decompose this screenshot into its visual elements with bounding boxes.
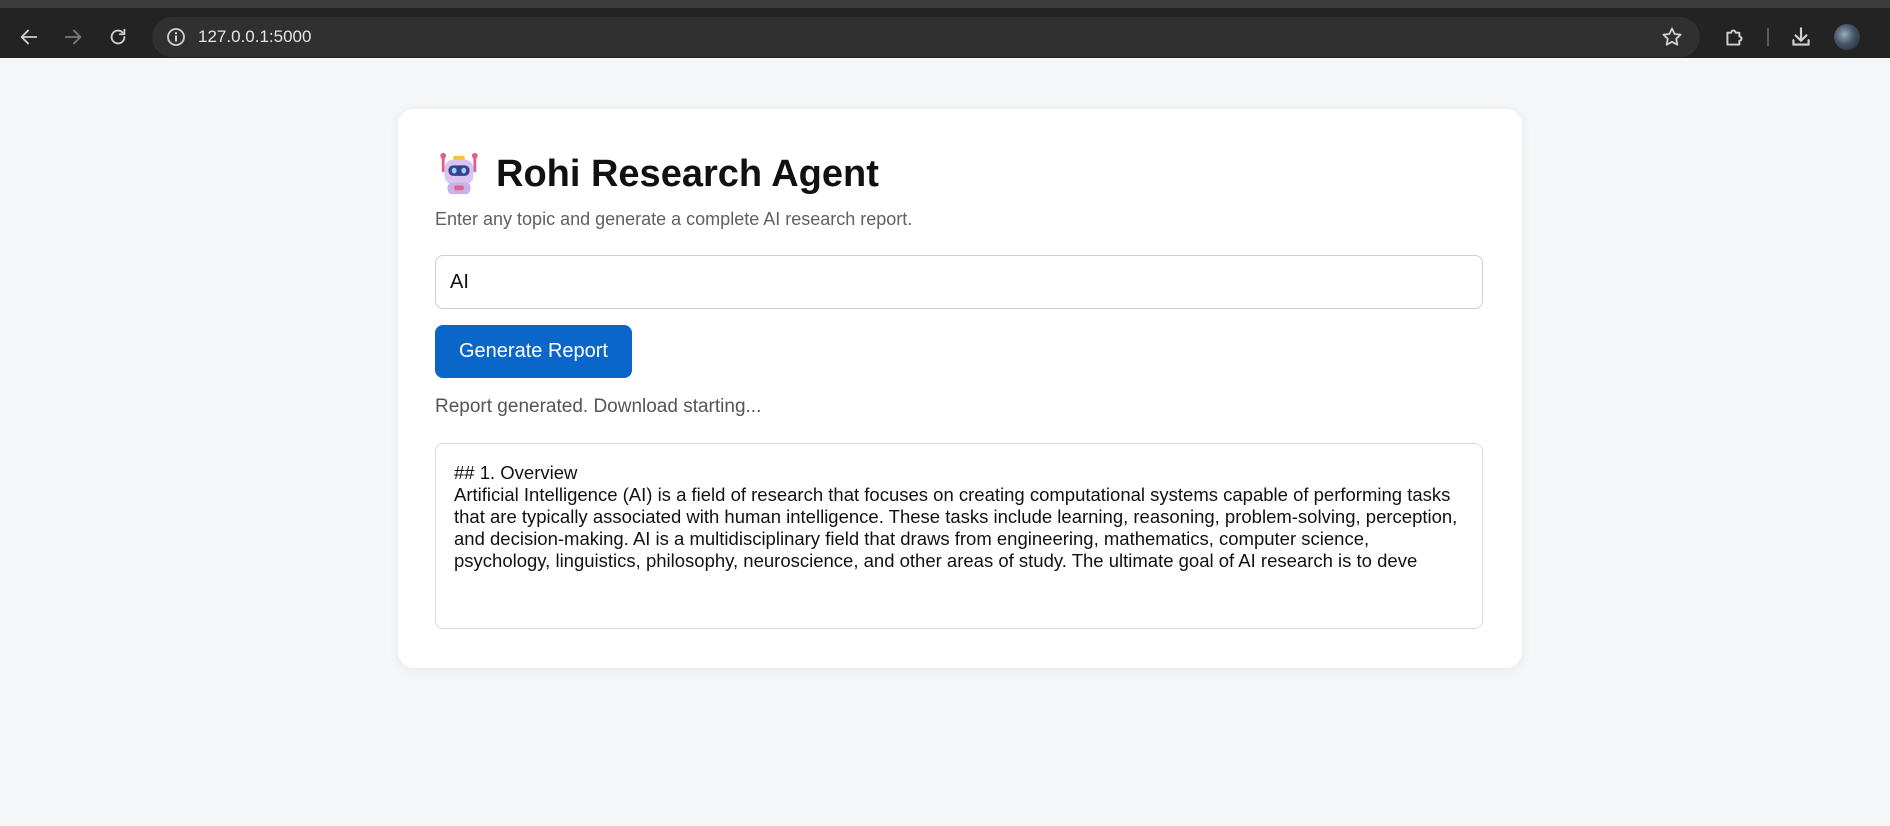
title-row: Rohi Research Agent — [436, 151, 879, 197]
url-text[interactable]: 127.0.0.1:5000 — [198, 27, 311, 47]
star-icon[interactable] — [1660, 25, 1684, 49]
info-icon[interactable] — [164, 25, 188, 49]
arrow-left-icon — [20, 29, 38, 45]
puzzle-icon[interactable] — [1722, 24, 1748, 50]
download-icon[interactable] — [1788, 24, 1814, 50]
arrow-right-icon — [64, 29, 82, 45]
avatar[interactable] — [1834, 24, 1860, 50]
page-title: Rohi Research Agent — [496, 153, 879, 195]
report-output: ## 1. Overview Artificial Intelligence (… — [435, 443, 1483, 629]
generate-report-button[interactable]: Generate Report — [435, 325, 632, 378]
browser-chrome: 127.0.0.1:5000 — [0, 0, 1890, 58]
robot-icon — [440, 152, 478, 195]
browser-toolbar: 127.0.0.1:5000 — [0, 8, 1890, 58]
research-card: Rohi Research Agent Enter any topic and … — [398, 109, 1522, 668]
reload-icon — [110, 28, 126, 45]
page-subtitle: Enter any topic and generate a complete … — [435, 209, 913, 229]
forward-button[interactable] — [56, 20, 90, 54]
status-message: Report generated. Download starting... — [435, 396, 762, 417]
toolbar-separator — [1767, 28, 1769, 46]
reload-button[interactable] — [101, 20, 135, 54]
back-button[interactable] — [12, 20, 46, 54]
topic-input[interactable] — [435, 255, 1483, 309]
address-bar[interactable]: 127.0.0.1:5000 — [152, 17, 1700, 57]
